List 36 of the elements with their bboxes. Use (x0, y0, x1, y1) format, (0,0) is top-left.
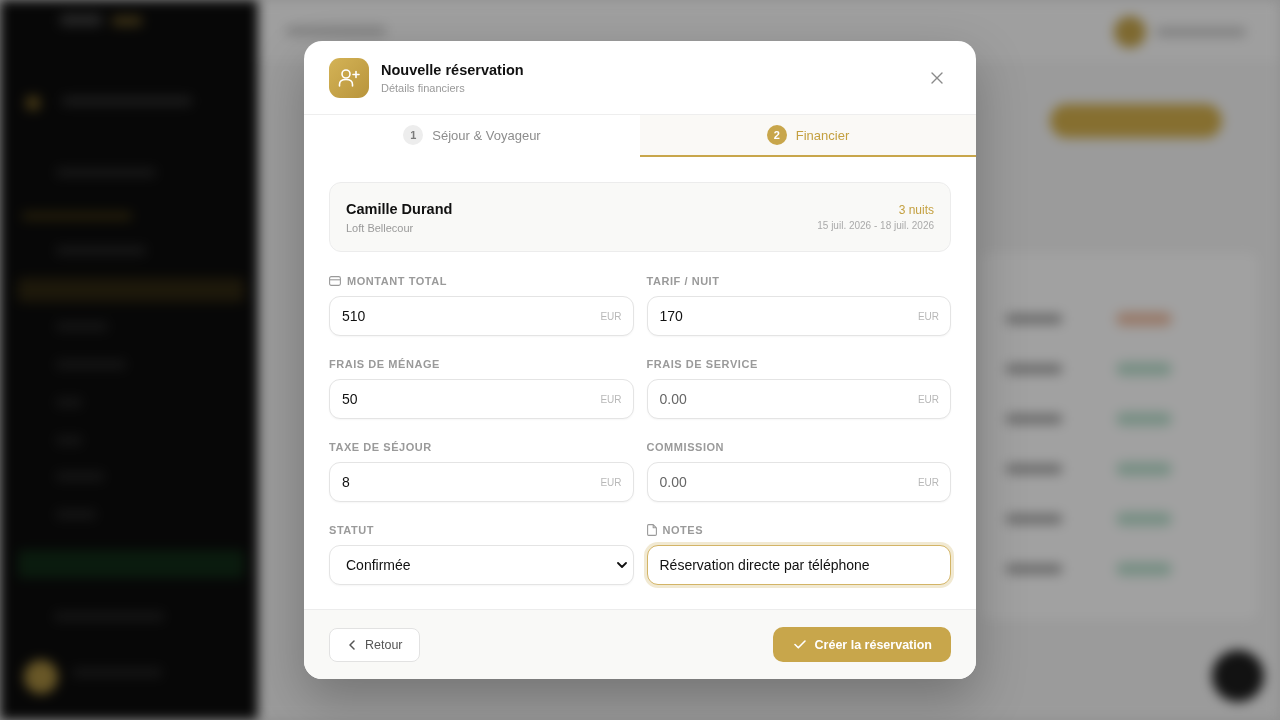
currency-label: EUR (600, 310, 622, 322)
field-label: STATUT (329, 524, 375, 536)
step-tab[interactable]: 1 Séjour & Voyageur (304, 115, 640, 157)
nights-count: 3 nuits (898, 203, 934, 217)
amount-field[interactable]: 0.00 EUR (646, 462, 951, 502)
currency-label: EUR (917, 393, 939, 405)
field-label: FRAIS DE SERVICE (646, 358, 758, 370)
field-label: TAXE DE SÉJOUR (329, 441, 432, 453)
date-range: 15 juil. 2026 - 18 juil. 2026 (817, 220, 934, 231)
amount-field[interactable]: 510 EUR (329, 296, 634, 336)
currency-label: EUR (917, 310, 939, 322)
chevron-left-icon (349, 639, 355, 650)
close-icon (931, 72, 943, 84)
property-name: Loft Bellecour (346, 221, 414, 234)
chevron-down-icon (616, 562, 627, 568)
back-button[interactable]: Retour (329, 627, 420, 662)
notes-field[interactable]: Réservation directe par téléphone (646, 545, 951, 585)
currency-label: EUR (600, 476, 622, 488)
field-label: TARIF / NUIT (646, 275, 720, 287)
close-button[interactable] (931, 72, 943, 84)
dialog-subtitle: Détails financiers (381, 82, 465, 94)
user-plus-icon (329, 58, 369, 98)
field-label: FRAIS DE MÉNAGE (329, 358, 440, 370)
amount-field[interactable]: 50 EUR (329, 379, 634, 419)
currency-label: EUR (600, 393, 622, 405)
dialog-title: Nouvelle réservation (381, 62, 524, 78)
field-label: NOTES (662, 524, 704, 536)
check-icon (793, 640, 806, 649)
amount-field[interactable]: 0.00 EUR (646, 379, 951, 419)
currency-label: EUR (917, 476, 939, 488)
amount-field[interactable]: 8 EUR (329, 462, 634, 502)
amount-field[interactable]: 170 EUR (646, 296, 951, 336)
field-label: COMMISSION (646, 441, 725, 453)
status-select[interactable]: Confirmée (329, 545, 634, 585)
field-label: MONTANT TOTAL (347, 275, 448, 287)
guest-name: Camille Durand (346, 200, 453, 217)
